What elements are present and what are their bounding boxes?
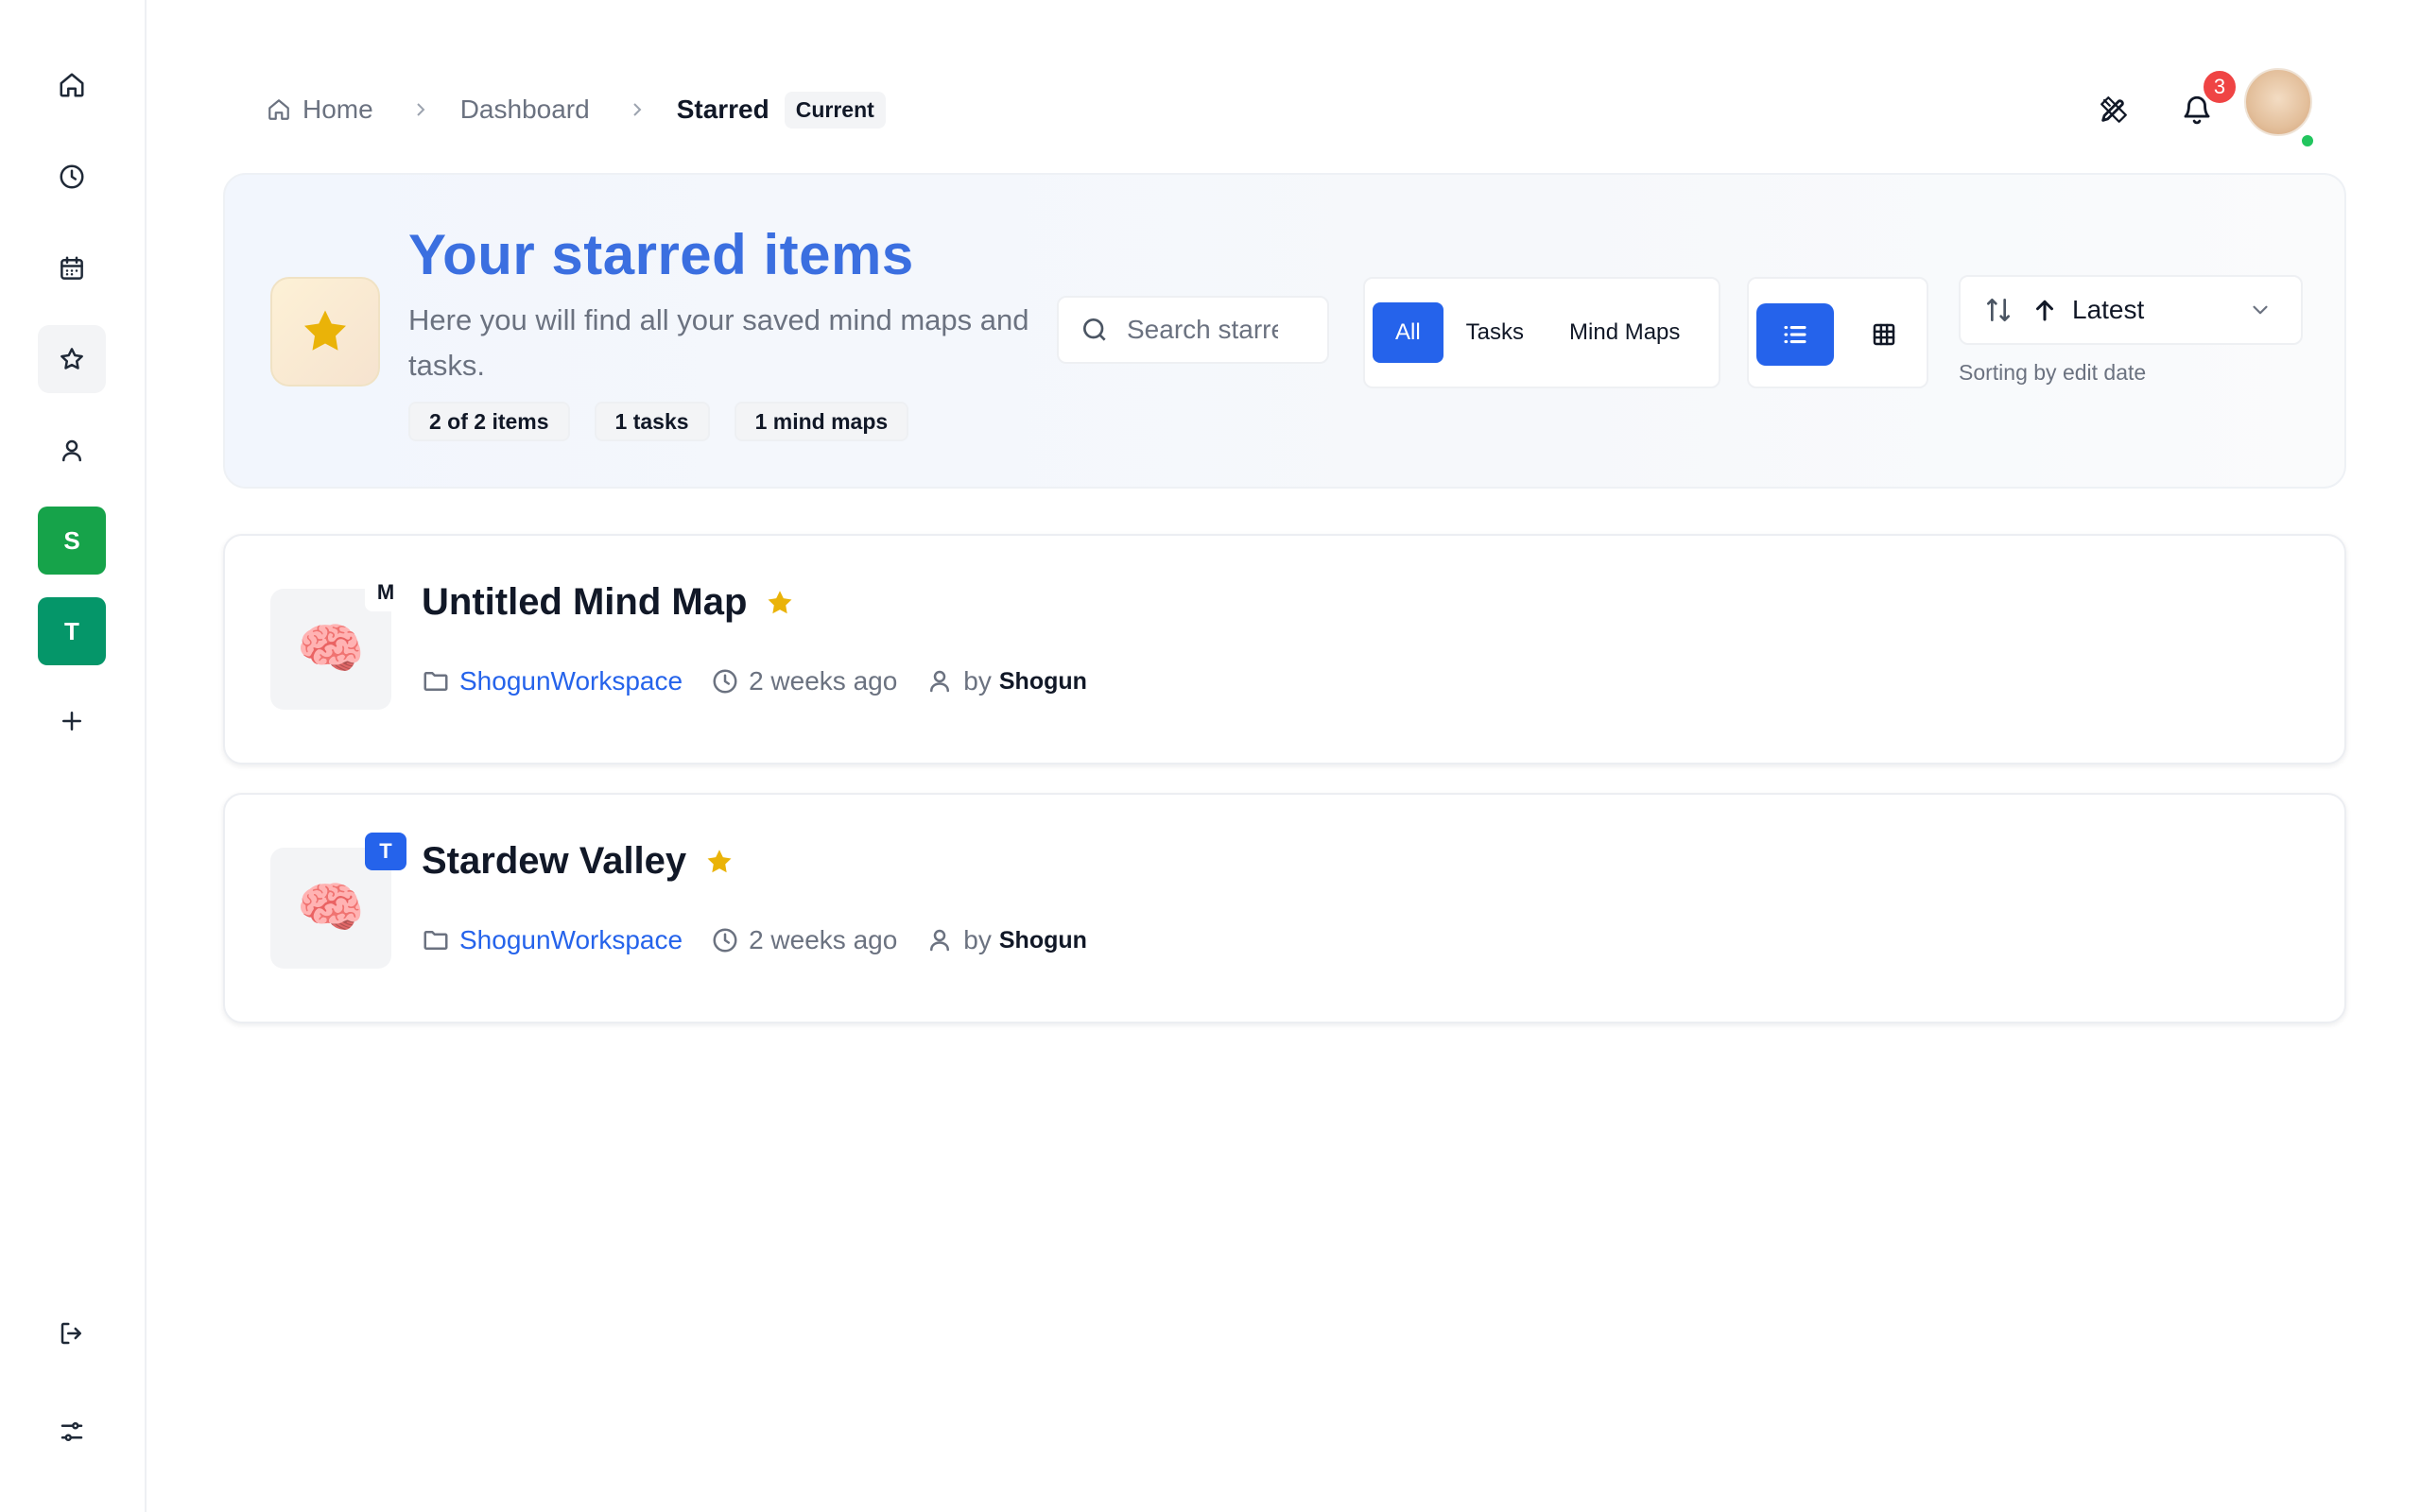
user-icon [930,929,950,952]
mindmaps-count-chip: 1 mind maps [734,402,909,441]
item-by-label: by [963,925,992,954]
arrow-up-icon [2036,300,2053,321]
chevron-right-icon [409,98,432,121]
starred-badge [270,277,380,387]
sidebar-recent-button[interactable] [38,143,106,211]
search-box [1057,296,1329,364]
star-icon [60,348,83,369]
sidebar: S T [0,0,147,1512]
breadcrumb-current: Starred [676,94,769,124]
workspace-letter: T [64,616,79,645]
sort-select[interactable]: Latest [1959,275,2303,345]
breadcrumb-dashboard[interactable]: Dashboard [460,94,590,125]
item-meta: ShogunWorkspace 2 weeks ago by Shogun [422,666,1115,696]
list-icon [1784,325,1806,344]
list-view-button[interactable] [1756,303,1834,366]
chevron-down-icon [2253,305,2268,315]
item-title: Untitled Mind Map [422,581,796,624]
task-type-badge: T [365,833,406,870]
workspace-t-button[interactable]: T [38,597,106,665]
view-toggle [1747,277,1928,388]
search-icon [1083,318,1106,341]
clock-icon [60,164,84,189]
home-icon [268,99,289,120]
workspace-link[interactable]: ShogunWorkspace [459,666,683,696]
logout-button[interactable] [38,1299,106,1367]
workspace-link[interactable]: ShogunWorkspace [459,925,683,955]
sort-hint: Sorting by edit date [1959,360,2147,385]
folder-icon [424,931,448,950]
settings-sliders-icon [60,1422,83,1441]
summary-chips: 2 of 2 items 1 tasks 1 mind maps [408,402,909,441]
sidebar-home-button[interactable] [38,51,106,119]
workspace-s-button[interactable]: S [38,507,106,575]
plus-icon [62,712,81,730]
search-input[interactable] [1127,315,1278,345]
logout-icon [60,1322,81,1345]
item-time: 2 weeks ago [749,666,898,696]
user-icon [62,439,81,462]
tools-button[interactable] [2087,83,2140,136]
star-icon[interactable] [764,587,796,619]
online-status-dot [2299,132,2316,149]
item-title-text[interactable]: Stardew Valley [422,840,686,883]
sort-arrows-icon [1987,299,2010,321]
user-icon [930,670,950,693]
breadcrumb-home[interactable]: Home [267,94,373,125]
sidebar-starred-button[interactable] [38,325,106,393]
folder-icon [424,672,448,691]
mindmap-type-badge: M [365,574,406,611]
item-author: Shogun [998,926,1087,954]
clock-icon [713,669,737,694]
pencil-ruler-icon [2100,96,2127,123]
add-workspace-button[interactable] [38,687,106,755]
sort-label: Latest [2072,295,2145,324]
item-title-text[interactable]: Untitled Mind Map [422,581,747,624]
grid-view-button[interactable] [1845,303,1923,366]
type-filter: All Tasks Mind Maps [1363,277,1720,388]
table-grid-icon [1873,323,1895,346]
starred-item-card[interactable]: 🧠 T Stardew Valley ShogunWorkspace 2 wee… [223,793,2346,1023]
breadcrumb: Home Dashboard Starred Current [267,91,886,129]
current-tag: Current [784,91,886,129]
item-by-label: by [963,666,992,696]
item-author: Shogun [998,667,1087,695]
filter-all-button[interactable]: All [1373,302,1443,363]
items-count-chip: 2 of 2 items [408,402,570,441]
workspace-letter: S [63,525,80,555]
avatar[interactable] [2244,68,2312,136]
breadcrumb-home-label: Home [302,94,373,124]
settings-button[interactable] [38,1398,106,1466]
page-subtitle: Here you will find all your saved mind m… [408,303,1029,382]
clock-icon [713,928,737,953]
item-time: 2 weeks ago [749,925,898,954]
star-icon[interactable] [703,846,735,878]
sidebar-profile-button[interactable] [38,417,106,485]
chevron-right-icon [626,98,648,121]
page-title: Your starred items [408,223,914,286]
calendar-icon [60,256,83,280]
sidebar-calendar-button[interactable] [38,234,106,302]
home-icon [60,73,84,97]
filter-mindmaps-button[interactable]: Mind Maps [1547,302,1703,363]
tasks-count-chip: 1 tasks [594,402,710,441]
item-meta: ShogunWorkspace 2 weeks ago by Shogun [422,925,1115,955]
star-icon [304,310,346,351]
starred-item-card[interactable]: 🧠 M Untitled Mind Map ShogunWorkspace 2 … [223,534,2346,765]
starred-hero-panel: Your starred items Here you will find al… [223,173,2346,489]
notification-badge: 3 [2201,68,2238,106]
filter-tasks-button[interactable]: Tasks [1443,302,1547,363]
item-title: Stardew Valley [422,840,735,883]
